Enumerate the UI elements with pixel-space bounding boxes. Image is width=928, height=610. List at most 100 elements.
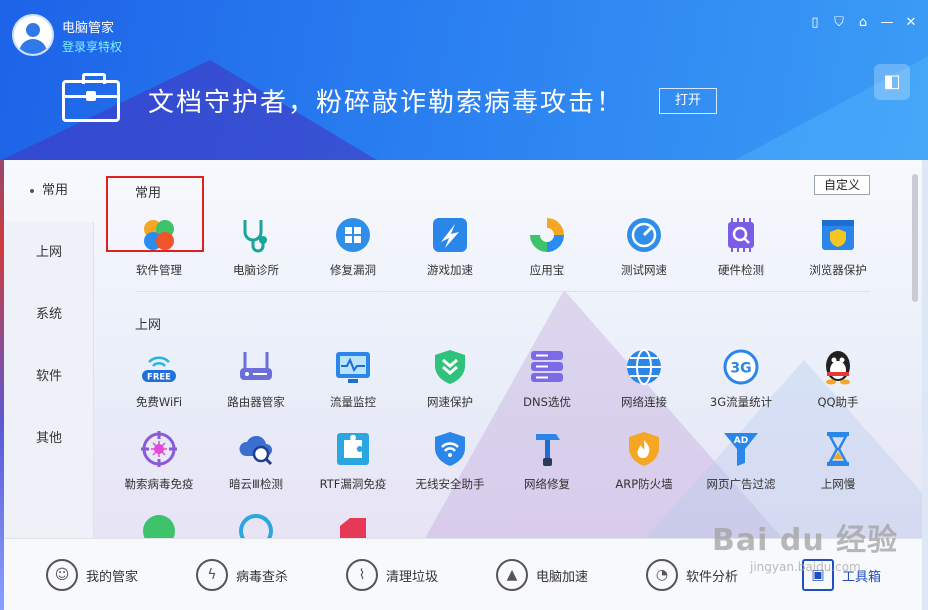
svg-text:AD: AD	[734, 436, 748, 446]
nav-item-common[interactable]: 常用	[4, 160, 94, 222]
tool-wireless-security[interactable]: 无线安全助手	[402, 430, 498, 510]
tool-speed-protect[interactable]: 网速保护	[402, 348, 498, 428]
free-wifi-icon: FREE	[142, 356, 176, 383]
tool-label: 网速保护	[427, 395, 473, 409]
tool-speed-test[interactable]: 测试网速	[596, 216, 692, 296]
tool-app-store[interactable]: 应用宝	[499, 216, 595, 296]
tool-pc-clinic[interactable]: 电脑诊所	[208, 216, 304, 296]
tool-router-manager[interactable]: 路由器管家	[208, 348, 304, 428]
tool-label: 勒索病毒免疫	[124, 477, 194, 491]
minimize-icon[interactable]: —	[878, 14, 896, 32]
side-panel-toggle-icon[interactable]: ◧	[874, 64, 910, 100]
bottom-nav-my-butler[interactable]: ☺ 我的管家	[46, 557, 138, 593]
login-link[interactable]: 登录享特权	[62, 38, 122, 55]
scrollbar[interactable]	[912, 174, 918, 302]
lightning-icon: ϟ	[196, 559, 228, 591]
nav-item-system[interactable]: 系统	[4, 284, 94, 346]
tool-darkcloud-detect[interactable]: 暗云Ⅲ检测	[208, 430, 304, 510]
close-icon[interactable]: ✕	[902, 14, 920, 32]
bottom-nav-clean-junk[interactable]: ⌇ 清理垃圾	[346, 557, 438, 593]
chart-icon: ◔	[646, 559, 678, 591]
tool-partial[interactable]	[208, 512, 304, 538]
highlight-box	[106, 176, 204, 252]
header-banner: 电脑管家 登录享特权 ▯ ⛉ ⌂ — ✕ 文档守护者，粉碎敲诈勒索病毒攻击！ 打…	[0, 0, 928, 160]
open-button[interactable]: 打开	[659, 88, 717, 114]
tool-label: 应用宝	[529, 263, 565, 277]
svg-text:3G: 3G	[730, 361, 751, 377]
bottom-nav-label: 电脑加速	[536, 569, 589, 585]
box-icon	[340, 518, 366, 538]
tool-rtf-immune[interactable]: RTF漏洞免疫	[305, 430, 401, 510]
tool-label: 浏览器保护	[809, 263, 867, 277]
tool-label: 免费WiFi	[135, 395, 183, 409]
tool-ad-filter[interactable]: AD 网页广告过滤	[693, 430, 789, 510]
bottom-nav-speed-up[interactable]: ▲ 电脑加速	[496, 557, 588, 593]
cloud-scan-icon	[239, 435, 273, 466]
tool-network-repair[interactable]: 网络修复	[499, 430, 595, 510]
tool-label: 暗云Ⅲ检测	[229, 477, 283, 491]
window-controls: ▯ ⛉ ⌂ — ✕	[806, 14, 920, 32]
bottom-nav-label: 病毒查杀	[236, 569, 289, 585]
customize-button[interactable]: 自定义	[814, 175, 870, 195]
bottom-nav-label: 清理垃圾	[386, 569, 439, 585]
tool-free-wifi[interactable]: FREE 免费WiFi	[111, 348, 207, 428]
tool-3g-traffic[interactable]: 3G 3G流量统计	[693, 348, 789, 428]
bottom-nav-software-analysis[interactable]: ◔ 软件分析	[646, 557, 738, 593]
tool-ransomware-immune[interactable]: 勒索病毒免疫	[111, 430, 207, 510]
tool-label: DNS选优	[523, 395, 571, 409]
section-divider	[135, 291, 870, 292]
tool-traffic-monitor[interactable]: 流量监控	[305, 348, 401, 428]
browser-shield-icon	[822, 220, 854, 250]
tool-dns-optimize[interactable]: DNS选优	[499, 348, 595, 428]
bottom-nav-virus-scan[interactable]: ϟ 病毒查杀	[196, 557, 288, 593]
tool-label: 流量监控	[330, 395, 376, 409]
tool-arp-firewall[interactable]: ARP防火墙	[596, 430, 692, 510]
shirt-icon[interactable]: ⌂	[854, 14, 872, 32]
shield-icon[interactable]: ⛉	[830, 14, 848, 32]
bottom-nav-label: 软件分析	[686, 569, 739, 585]
traffic-monitor-icon	[336, 352, 370, 383]
tool-label: 无线安全助手	[415, 477, 485, 491]
avatar[interactable]	[12, 14, 54, 56]
virus-target-icon	[141, 431, 177, 467]
person-icon: ☺	[46, 559, 78, 591]
router-icon	[240, 352, 272, 380]
nav-item-network[interactable]: 上网	[4, 222, 94, 284]
bottom-nav-label: 我的管家	[86, 569, 139, 585]
tool-fix-vulnerability[interactable]: 修复漏洞	[305, 216, 401, 296]
ad-filter-icon: AD	[724, 433, 758, 466]
tool-label: QQ助手	[817, 395, 859, 409]
wifi-shield-icon	[435, 432, 465, 466]
tool-qq-assistant[interactable]: QQ助手	[790, 348, 886, 428]
tool-label: 网络修复	[524, 477, 570, 491]
hourglass-icon	[827, 432, 849, 466]
tool-game-boost[interactable]: 游戏加速	[402, 216, 498, 296]
tool-browser-protect[interactable]: 浏览器保护	[790, 216, 886, 296]
speedometer-icon	[627, 218, 661, 252]
tool-label: 3G流量统计	[709, 395, 773, 409]
puzzle-icon	[337, 433, 369, 465]
chat-icon	[143, 515, 175, 538]
tool-label: 路由器管家	[227, 395, 285, 409]
tool-slow-internet[interactable]: 上网慢	[790, 430, 886, 510]
tool-label: 上网慢	[820, 477, 856, 491]
phone-icon[interactable]: ▯	[806, 14, 824, 32]
tool-hardware-check[interactable]: 硬件检测	[693, 216, 789, 296]
tool-label: 修复漏洞	[330, 263, 376, 277]
header-decoration	[698, 40, 928, 160]
tool-partial[interactable]	[111, 512, 207, 538]
banner-text: 文档守护者，粉碎敲诈勒索病毒攻击！	[148, 88, 625, 118]
stethoscope-icon	[243, 220, 267, 253]
nav-item-software[interactable]: 软件	[4, 346, 94, 408]
app-title: 电脑管家	[62, 21, 115, 36]
tool-network-connect[interactable]: 网络连接	[596, 348, 692, 428]
chip-icon	[728, 218, 754, 252]
3g-icon: 3G	[723, 349, 759, 385]
firewall-icon	[629, 432, 659, 466]
toolbox-icon	[62, 73, 120, 122]
tool-label: 电脑诊所	[233, 263, 279, 277]
nav-item-other[interactable]: 其他	[4, 408, 94, 470]
app-store-icon	[530, 218, 564, 252]
watermark-url: jingyan.baidu.com	[750, 560, 861, 574]
tool-partial[interactable]	[305, 512, 401, 538]
